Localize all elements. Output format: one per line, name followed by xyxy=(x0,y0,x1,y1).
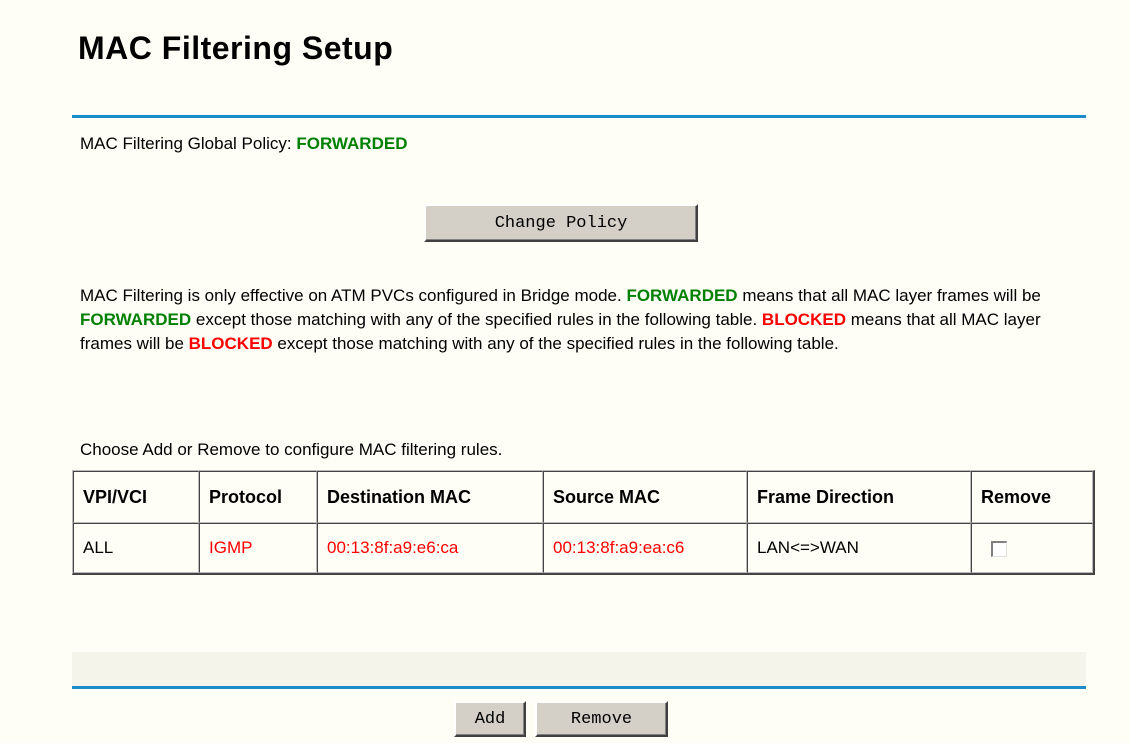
cell-remove xyxy=(971,523,1093,573)
header-source-mac: Source MAC xyxy=(543,471,747,523)
footer-band xyxy=(72,652,1086,686)
add-button[interactable]: Add xyxy=(454,701,526,737)
mac-filter-table: VPI/VCI Protocol Destination MAC Source … xyxy=(72,470,1095,575)
forwarded-keyword: FORWARDED xyxy=(626,286,738,305)
global-policy-label: MAC Filtering Global Policy: xyxy=(80,134,297,153)
header-remove: Remove xyxy=(971,471,1093,523)
header-vpi-vci: VPI/VCI xyxy=(73,471,199,523)
table-header-row: VPI/VCI Protocol Destination MAC Source … xyxy=(73,471,1093,523)
bottom-divider xyxy=(72,686,1086,689)
forwarded-keyword: FORWARDED xyxy=(80,310,192,329)
description-text: MAC Filtering is only effective on ATM P… xyxy=(80,286,627,305)
cell-destination-mac: 00:13:8f:a9:e6:ca xyxy=(317,523,543,573)
blocked-keyword: BLOCKED xyxy=(188,334,273,353)
instructions-text: Choose Add or Remove to configure MAC fi… xyxy=(80,440,503,459)
global-policy-value: FORWARDED xyxy=(296,134,408,153)
description-text: except those matching with any of the sp… xyxy=(191,310,762,329)
header-destination-mac: Destination MAC xyxy=(317,471,543,523)
cell-protocol: IGMP xyxy=(199,523,317,573)
header-protocol: Protocol xyxy=(199,471,317,523)
remove-button[interactable]: Remove xyxy=(535,701,668,737)
global-policy: MAC Filtering Global Policy: FORWARDED xyxy=(80,134,407,154)
cell-vpi-vci: ALL xyxy=(73,523,199,573)
table-row: ALL IGMP 00:13:8f:a9:e6:ca 00:13:8f:a9:e… xyxy=(73,523,1093,573)
description-text: except those matching with any of the sp… xyxy=(272,334,839,353)
page-title: MAC Filtering Setup xyxy=(78,30,394,66)
change-policy-button[interactable]: Change Policy xyxy=(424,204,698,242)
cell-source-mac: 00:13:8f:a9:ea:c6 xyxy=(543,523,747,573)
blocked-keyword: BLOCKED xyxy=(761,310,846,329)
remove-checkbox[interactable] xyxy=(991,540,1007,557)
description-text: means that all MAC layer frames will be xyxy=(737,286,1041,305)
policy-description: MAC Filtering is only effective on ATM P… xyxy=(80,284,1080,356)
top-divider xyxy=(72,115,1086,118)
header-frame-direction: Frame Direction xyxy=(747,471,971,523)
cell-frame-direction: LAN<=>WAN xyxy=(747,523,971,573)
